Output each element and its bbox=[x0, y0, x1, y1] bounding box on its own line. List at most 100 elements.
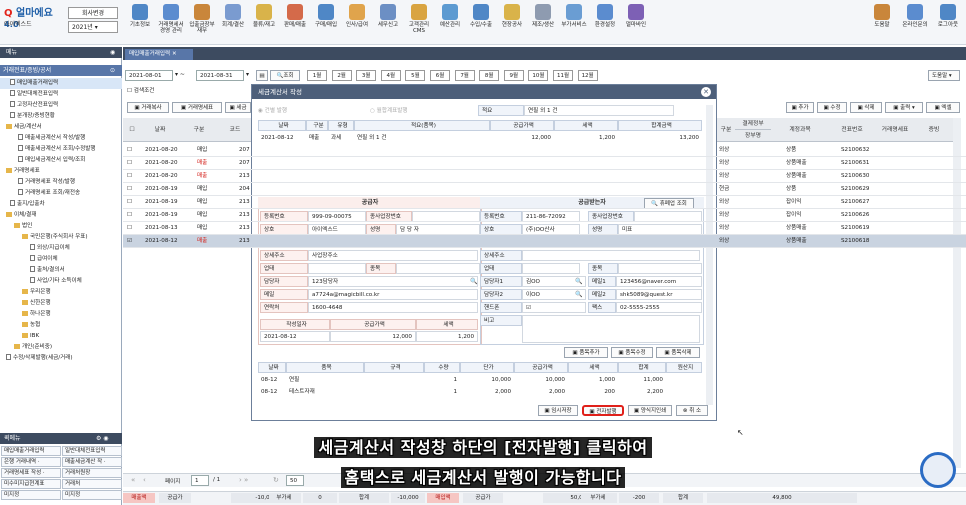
buyer-mail2-input[interactable]: shk5089@quest.kr bbox=[616, 289, 702, 300]
menu-item[interactable]: 분개장/증빙현황 bbox=[0, 111, 122, 122]
supplier-item-input[interactable] bbox=[396, 263, 480, 274]
change-company-button[interactable]: 회사변경 bbox=[68, 7, 118, 19]
buyer-manager2-search-icon[interactable]: 🔍 bbox=[575, 291, 582, 298]
menu-item[interactable]: 법인 bbox=[0, 221, 122, 232]
supplier-biz-input[interactable] bbox=[308, 263, 366, 274]
menu-item[interactable]: 일반대체전표입력 bbox=[0, 89, 122, 100]
calendar-icon-2[interactable]: ▾ bbox=[246, 71, 249, 78]
print-form-button[interactable]: ▣ 양식지인쇄 bbox=[628, 405, 672, 416]
item-cell[interactable] bbox=[364, 375, 424, 386]
memo-input[interactable]: 연필 외 1 건 bbox=[524, 105, 674, 116]
calendar-button[interactable]: ▤ bbox=[256, 70, 268, 81]
toolbar-btn-10[interactable]: 예산관리 bbox=[434, 4, 466, 42]
menu-item[interactable]: 신한은행 bbox=[0, 298, 122, 309]
item-cell[interactable]: 1,000 bbox=[568, 375, 618, 386]
radio-single[interactable]: ◉ 건별 발행 bbox=[258, 106, 287, 114]
item-cell[interactable]: 08-12 bbox=[258, 387, 286, 398]
menu-item[interactable]: 고정자산전표입력 bbox=[0, 100, 122, 111]
item-cell[interactable]: 200 bbox=[568, 387, 618, 398]
row-checkbox[interactable]: ☐ bbox=[127, 170, 132, 183]
menu-item[interactable]: 수정/삭제발행(세금/거래) bbox=[0, 353, 122, 364]
item-cell[interactable]: 1 bbox=[424, 375, 460, 386]
buyer-phone-input[interactable]: ☑ bbox=[522, 302, 586, 313]
buyer-note-input[interactable] bbox=[522, 315, 700, 343]
collapse-icon[interactable]: ⊙ bbox=[110, 65, 115, 76]
toolbar-right-btn-2[interactable]: 로그아웃 bbox=[932, 4, 964, 42]
menu-category[interactable]: 거래전표/증빙/공서 ⊙ bbox=[0, 65, 122, 76]
menu-item[interactable]: 거래명세표 작성/발행 bbox=[0, 177, 122, 188]
menu-item[interactable]: 개인(준비중) bbox=[0, 342, 122, 353]
toolbar-btn-16[interactable]: 얼마바인 bbox=[620, 4, 652, 42]
quick-menu-item[interactable]: 미지정 bbox=[62, 490, 122, 500]
toolbar-btn-15[interactable]: 환경설정 bbox=[589, 4, 621, 42]
action-button-2[interactable]: ▣ 세금 bbox=[225, 102, 251, 113]
menu-item[interactable]: 매입세금계산서 입력/조회 bbox=[0, 155, 122, 166]
toolbar-btn-7[interactable]: 인사/급여 bbox=[341, 4, 373, 42]
item-button-2[interactable]: ▣ 품목삭제 bbox=[656, 347, 700, 358]
supplier-manager-input[interactable]: 123담당자 bbox=[308, 276, 478, 287]
table-row[interactable]: ☐ 2021-08-20 매출 213 외상 상품매출 S2100630 bbox=[123, 170, 966, 183]
action-button-right-3[interactable]: ▣ 출력 ▾ bbox=[885, 102, 923, 113]
tab-sales-purchase-entry[interactable]: 매입매출거래입력 ✕ bbox=[125, 49, 193, 60]
menu-item[interactable]: 거래명세표 조회/재전송 bbox=[0, 188, 122, 199]
row-checkbox[interactable]: ☐ bbox=[127, 222, 132, 235]
row-checkbox[interactable]: ☐ bbox=[127, 209, 132, 222]
menu-item[interactable]: 출처/결의서 bbox=[0, 265, 122, 276]
month-button[interactable]: 12월 bbox=[577, 70, 598, 81]
toolbar-right-btn-0[interactable]: 도움말 bbox=[866, 4, 898, 42]
calendar-icon[interactable]: ▾ ~ bbox=[175, 71, 185, 78]
table-row[interactable]: ☐ 2021-08-20 매출 207 외상 상품매출 S2100631 bbox=[123, 157, 966, 170]
item-cell[interactable]: 08-12 bbox=[258, 375, 286, 386]
action-button-right-4[interactable]: ▣ 엑셀 bbox=[926, 102, 960, 113]
action-button-1[interactable]: ▣ 거래명세표 bbox=[172, 102, 222, 113]
row-checkbox[interactable]: ☑ bbox=[127, 235, 132, 248]
radio-monthly[interactable]: ○ 월합계표발행 bbox=[370, 106, 408, 114]
toolbar-btn-6[interactable]: 구매/매입 bbox=[310, 4, 342, 42]
item-cell[interactable]: 11,000 bbox=[618, 375, 666, 386]
item-cell[interactable]: 2,000 bbox=[460, 387, 514, 398]
toolbar-btn-8[interactable]: 세무신고 bbox=[372, 4, 404, 42]
buyer-biz-input[interactable] bbox=[522, 263, 580, 274]
menu-item[interactable]: 매출세금계산서 작성/발행 bbox=[0, 133, 122, 144]
toolbar-btn-13[interactable]: 제조/생산 bbox=[527, 4, 559, 42]
toolbar-right-btn-1[interactable]: 온라인문의 bbox=[899, 4, 931, 42]
item-cell[interactable] bbox=[666, 387, 702, 398]
toolbar-btn-3[interactable]: 회계/결산 bbox=[217, 4, 249, 42]
close-icon[interactable]: ✕ bbox=[701, 87, 711, 97]
help-select[interactable]: 도움말 ▾ bbox=[928, 70, 960, 81]
item-cell[interactable]: 테스트자재 bbox=[286, 387, 364, 398]
month-button[interactable]: 11월 bbox=[553, 70, 573, 81]
table-row[interactable]: ☐ 2021-08-19 매입 213 외상 잡이익 S2100626 bbox=[123, 209, 966, 222]
row-checkbox[interactable]: ☐ bbox=[127, 144, 132, 157]
row-checkbox[interactable]: ☐ bbox=[127, 196, 132, 209]
item-cell[interactable]: 10,000 bbox=[460, 375, 514, 386]
temp-save-button[interactable]: ▣ 임시저장 bbox=[538, 405, 578, 416]
action-button-0[interactable]: ▣ 거래복사 bbox=[127, 102, 169, 113]
buyer-fax-input[interactable]: 02-5555-2555 bbox=[616, 302, 702, 313]
item-button-0[interactable]: ▣ 품목추가 bbox=[564, 347, 608, 358]
action-button-right-0[interactable]: ▣ 추가 bbox=[786, 102, 814, 113]
row-checkbox[interactable]: ☐ bbox=[127, 183, 132, 196]
menu-item[interactable]: 매입매출거래입력 bbox=[0, 78, 122, 89]
action-button-right-1[interactable]: ▣ 수정 bbox=[817, 102, 847, 113]
item-cell[interactable] bbox=[666, 375, 702, 386]
menu-item[interactable]: 세금/계산서 bbox=[0, 122, 122, 133]
toolbar-btn-9[interactable]: 고객관리 CMS bbox=[403, 4, 435, 42]
supplier-wdate-value[interactable]: 2021-08-12 bbox=[260, 331, 330, 342]
buyer-item-input[interactable] bbox=[618, 263, 702, 274]
month-button[interactable]: 3월 bbox=[356, 70, 377, 81]
menu-item[interactable]: 농협 bbox=[0, 320, 122, 331]
toolbar-btn-12[interactable]: 현장공사 bbox=[496, 4, 528, 42]
menu-item[interactable]: 이체/결재 bbox=[0, 210, 122, 221]
menu-item[interactable]: 외상/지급이체 bbox=[0, 243, 122, 254]
year-select[interactable]: 2021년 ▾ bbox=[68, 21, 118, 33]
month-button[interactable]: 8월 bbox=[479, 70, 500, 81]
table-row[interactable]: ☐ 2021-08-13 매입 213 외상 상품매출 S2100619 bbox=[123, 222, 966, 235]
toolbar-btn-1[interactable]: 거래명세서 경영 관리 bbox=[155, 4, 187, 42]
supplier-tel-input[interactable]: 1600-4648 bbox=[308, 302, 478, 313]
month-button[interactable]: 10월 bbox=[528, 70, 549, 81]
manager-search-icon[interactable]: 🔍 bbox=[470, 278, 477, 285]
select-all-checkbox[interactable]: ☐ bbox=[123, 118, 141, 142]
search-button[interactable]: 🔍조회 bbox=[270, 70, 300, 81]
action-button-right-2[interactable]: ▣ 삭제 bbox=[850, 102, 882, 113]
